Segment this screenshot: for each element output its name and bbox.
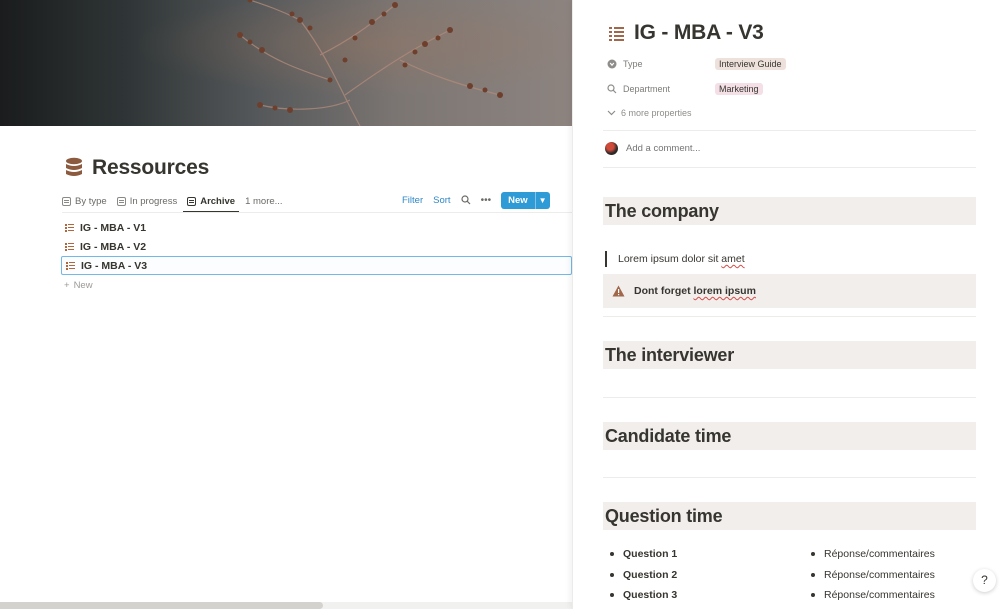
question-text: Question 3 xyxy=(623,589,678,602)
comment-row xyxy=(605,142,926,155)
property-type: Type Interview Guide xyxy=(607,56,786,72)
property-label: Type xyxy=(623,59,643,69)
list-item[interactable]: Réponse/commentaires xyxy=(811,565,935,586)
callout-block[interactable]: Dont forget lorem ipsum xyxy=(603,274,976,308)
comment-input[interactable] xyxy=(626,143,926,154)
tab-label: 1 more... xyxy=(245,195,283,207)
bullet-icon xyxy=(811,552,815,557)
bullet-icon xyxy=(811,572,815,577)
question-text: Question 1 xyxy=(623,548,678,561)
divider xyxy=(603,316,976,317)
tab-archive[interactable]: Archive xyxy=(183,191,239,213)
answer-text: Réponse/commentaires xyxy=(824,568,935,581)
tab-label: Archive xyxy=(200,195,236,207)
type-icon xyxy=(607,59,617,69)
list-item-title: IG - MBA - V3 xyxy=(81,259,148,272)
page-title[interactable]: IG - MBA - V3 xyxy=(634,21,764,45)
list-item[interactable]: IG - MBA - V1 xyxy=(61,218,572,237)
misspelled-word: lorem ipsum xyxy=(693,285,756,297)
tab-label: In progress xyxy=(129,195,178,207)
tab-in-progress[interactable]: In progress xyxy=(116,191,178,211)
bullet-icon xyxy=(610,593,614,598)
answers-column: Réponse/commentaires Réponse/commentaire… xyxy=(811,544,935,606)
database-header: Ressources xyxy=(64,156,209,180)
tab-by-type[interactable]: By type xyxy=(62,191,107,211)
bullet-icon xyxy=(610,572,614,577)
filter-button[interactable]: Filter xyxy=(402,195,423,206)
property-value-tag[interactable]: Interview Guide xyxy=(715,58,786,70)
database-list: IG - MBA - V1 IG - MBA - V2 IG - MBA - V… xyxy=(61,218,572,275)
list-item-title: IG - MBA - V1 xyxy=(80,221,147,234)
database-toolbar: Filter Sort ••• New ▼ xyxy=(402,191,550,209)
search-icon[interactable] xyxy=(460,195,471,205)
bullet-icon xyxy=(811,593,815,598)
list-item[interactable]: Réponse/commentaires xyxy=(811,585,935,606)
quote-block[interactable]: Lorem ipsum dolor sit amet xyxy=(605,251,745,267)
more-properties-toggle[interactable]: 6 more properties xyxy=(607,108,692,118)
cover-branches-graphic xyxy=(237,0,503,126)
table-view-icon xyxy=(187,196,197,206)
help-button[interactable]: ? xyxy=(973,569,996,592)
tab-more-views[interactable]: 1 more... xyxy=(245,191,283,211)
bulleted-list-icon xyxy=(66,261,75,270)
list-item-selected[interactable]: IG - MBA - V3 xyxy=(61,256,572,275)
tab-label: By type xyxy=(75,195,107,207)
cover-image xyxy=(0,0,572,126)
chevron-down-icon xyxy=(607,110,616,116)
database-pane: Ressources By type In progress Archive 1… xyxy=(0,0,572,609)
questions-column: Question 1 Question 2 Question 3 xyxy=(610,544,677,606)
add-new-label: New xyxy=(73,280,93,291)
table-view-icon xyxy=(116,196,126,206)
database-icon xyxy=(66,157,82,176)
bulleted-list-icon xyxy=(608,25,624,41)
property-label: Department xyxy=(623,84,671,94)
list-item[interactable]: Question 2 xyxy=(610,565,677,586)
heading-question-time[interactable]: Question time xyxy=(603,502,976,530)
bulleted-list-icon xyxy=(65,242,74,251)
heading-candidate-time[interactable]: Candidate time xyxy=(603,422,976,450)
view-tabs: By type In progress Archive 1 more... xyxy=(62,191,293,213)
list-item[interactable]: IG - MBA - V2 xyxy=(61,237,572,256)
bulleted-list-icon xyxy=(65,223,74,232)
avatar xyxy=(605,142,618,155)
misspelled-word: amet xyxy=(721,253,745,265)
property-value-tag[interactable]: Marketing xyxy=(715,83,763,95)
list-item[interactable]: Réponse/commentaires xyxy=(811,544,935,565)
heading-the-company[interactable]: The company xyxy=(603,197,976,225)
divider xyxy=(603,477,976,478)
list-item[interactable]: Question 1 xyxy=(610,544,677,565)
scrollbar-thumb[interactable] xyxy=(0,602,323,609)
warning-icon xyxy=(612,285,625,297)
bullet-icon xyxy=(610,552,614,557)
list-item[interactable]: Question 3 xyxy=(610,585,677,606)
table-view-icon xyxy=(62,196,71,206)
chevron-down-icon[interactable]: ▼ xyxy=(534,191,550,209)
new-button-label: New xyxy=(508,194,528,206)
divider xyxy=(62,212,572,213)
page-peek-panel: IG - MBA - V3 Type Interview Guide Depar… xyxy=(572,0,1005,609)
more-options-icon[interactable]: ••• xyxy=(481,195,492,206)
heading-the-interviewer[interactable]: The interviewer xyxy=(603,341,976,369)
answer-text: Réponse/commentaires xyxy=(824,589,935,602)
search-icon xyxy=(607,84,617,94)
divider xyxy=(603,397,976,398)
callout-text: Dont forget xyxy=(634,285,694,297)
sort-button[interactable]: Sort xyxy=(433,195,450,206)
question-text: Question 2 xyxy=(623,568,678,581)
quote-text: Lorem ipsum dolor sit xyxy=(618,253,722,265)
plus-icon: + xyxy=(64,280,70,291)
divider xyxy=(603,167,976,168)
more-properties-label: 6 more properties xyxy=(621,108,692,118)
divider xyxy=(603,130,976,131)
new-button[interactable]: New ▼ xyxy=(501,191,550,209)
answer-text: Réponse/commentaires xyxy=(824,548,935,561)
database-title: Ressources xyxy=(92,156,210,179)
add-new-row-button[interactable]: + New xyxy=(64,280,93,291)
page-header: IG - MBA - V3 xyxy=(608,21,764,45)
list-item-title: IG - MBA - V2 xyxy=(80,240,147,253)
property-department: Department Marketing xyxy=(607,81,763,97)
